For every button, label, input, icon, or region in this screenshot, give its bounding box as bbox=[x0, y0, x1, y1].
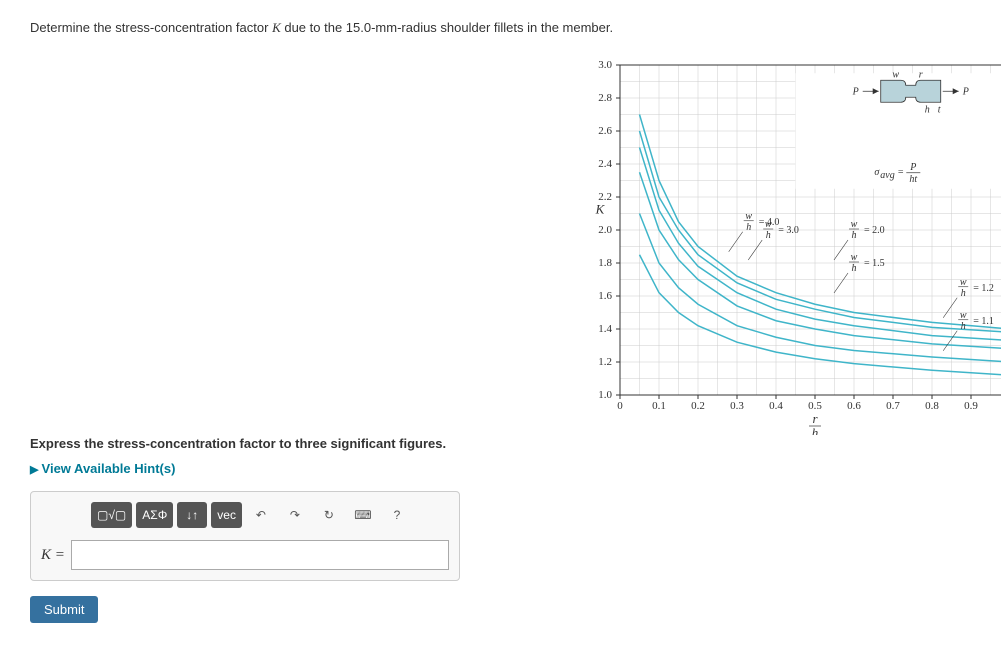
question-prompt: Determine the stress-concentration facto… bbox=[30, 20, 1001, 36]
svg-text:0: 0 bbox=[617, 400, 623, 412]
svg-text:2.0: 2.0 bbox=[598, 224, 612, 236]
template-button[interactable]: ▢√▢ bbox=[91, 502, 132, 528]
svg-text:= 1.5: = 1.5 bbox=[864, 258, 885, 269]
svg-text:w: w bbox=[745, 211, 752, 222]
redo-button[interactable]: ↷ bbox=[280, 502, 310, 528]
svg-text:0.4: 0.4 bbox=[769, 400, 783, 412]
answer-box: ▢√▢ ΑΣΦ ↓↑ vec ↶ ↷ ↻ ⌨ ? K = bbox=[30, 491, 460, 581]
svg-text:= 3.0: = 3.0 bbox=[778, 225, 799, 236]
prompt-before: Determine the stress-concentration facto… bbox=[30, 20, 272, 35]
subsup-button[interactable]: ↓↑ bbox=[177, 502, 207, 528]
keyboard-button[interactable]: ⌨ bbox=[348, 502, 378, 528]
svg-text:0.6: 0.6 bbox=[847, 400, 861, 412]
svg-text:= 1.1: = 1.1 bbox=[973, 316, 994, 327]
svg-text:1.0: 1.0 bbox=[598, 389, 612, 401]
prompt-var: K bbox=[272, 20, 281, 35]
instruction-text: Express the stress-concentration factor … bbox=[30, 436, 1001, 451]
svg-text:w: w bbox=[851, 219, 858, 230]
reset-button[interactable]: ↻ bbox=[314, 502, 344, 528]
answer-label: K = bbox=[41, 547, 65, 564]
svg-text:r: r bbox=[919, 69, 923, 80]
svg-text:r: r bbox=[812, 411, 818, 426]
svg-text:2.6: 2.6 bbox=[598, 125, 612, 137]
svg-text:= 2.0: = 2.0 bbox=[864, 225, 885, 236]
greek-button[interactable]: ΑΣΦ bbox=[136, 502, 173, 528]
svg-text:t: t bbox=[938, 104, 941, 115]
undo-button[interactable]: ↶ bbox=[246, 502, 276, 528]
svg-text:=: = bbox=[897, 167, 904, 178]
prompt-after: due to the 15.0-mm-radius shoulder fille… bbox=[281, 20, 613, 35]
svg-text:w: w bbox=[960, 277, 967, 288]
svg-text:h: h bbox=[961, 288, 966, 299]
formula-toolbar: ▢√▢ ΑΣΦ ↓↑ vec ↶ ↷ ↻ ⌨ ? bbox=[41, 502, 449, 528]
submit-button[interactable]: Submit bbox=[30, 596, 98, 623]
svg-text:w: w bbox=[960, 310, 967, 321]
svg-text:2.8: 2.8 bbox=[598, 92, 612, 104]
svg-text:0.9: 0.9 bbox=[964, 400, 978, 412]
svg-text:P: P bbox=[852, 86, 859, 97]
svg-text:P: P bbox=[962, 86, 969, 97]
svg-text:1.4: 1.4 bbox=[598, 323, 612, 335]
svg-text:h: h bbox=[766, 230, 771, 241]
svg-text:w: w bbox=[765, 219, 772, 230]
svg-text:= 1.2: = 1.2 bbox=[973, 283, 994, 294]
svg-text:h: h bbox=[961, 321, 966, 332]
svg-text:ht: ht bbox=[909, 174, 917, 185]
help-button[interactable]: ? bbox=[382, 502, 412, 528]
chart-svg: 00.10.20.30.40.50.60.70.80.91.01.01.21.4… bbox=[580, 55, 1001, 435]
svg-text:0.2: 0.2 bbox=[691, 400, 705, 412]
svg-text:P: P bbox=[909, 162, 916, 173]
svg-text:avg: avg bbox=[880, 170, 894, 181]
svg-text:3.0: 3.0 bbox=[598, 59, 612, 71]
svg-text:0.7: 0.7 bbox=[886, 400, 900, 412]
svg-text:K: K bbox=[595, 202, 606, 217]
svg-text:1.6: 1.6 bbox=[598, 290, 612, 302]
svg-text:h: h bbox=[852, 230, 857, 241]
vec-button[interactable]: vec bbox=[211, 502, 242, 528]
hints-toggle[interactable]: View Available Hint(s) bbox=[30, 461, 1001, 476]
stress-concentration-chart: 00.10.20.30.40.50.60.70.80.91.01.01.21.4… bbox=[580, 55, 1001, 435]
svg-text:0.3: 0.3 bbox=[730, 400, 744, 412]
svg-text:1.8: 1.8 bbox=[598, 257, 612, 269]
svg-text:2.4: 2.4 bbox=[598, 158, 612, 170]
svg-text:w: w bbox=[892, 69, 899, 80]
svg-text:0.1: 0.1 bbox=[652, 400, 666, 412]
svg-text:1.2: 1.2 bbox=[598, 356, 612, 368]
svg-text:0.8: 0.8 bbox=[925, 400, 939, 412]
svg-text:h: h bbox=[852, 263, 857, 274]
svg-text:w: w bbox=[851, 252, 858, 263]
svg-text:h: h bbox=[812, 425, 819, 435]
answer-row: K = bbox=[41, 540, 449, 570]
answer-input[interactable] bbox=[71, 540, 449, 570]
svg-text:h: h bbox=[925, 104, 930, 115]
svg-text:h: h bbox=[746, 222, 751, 233]
